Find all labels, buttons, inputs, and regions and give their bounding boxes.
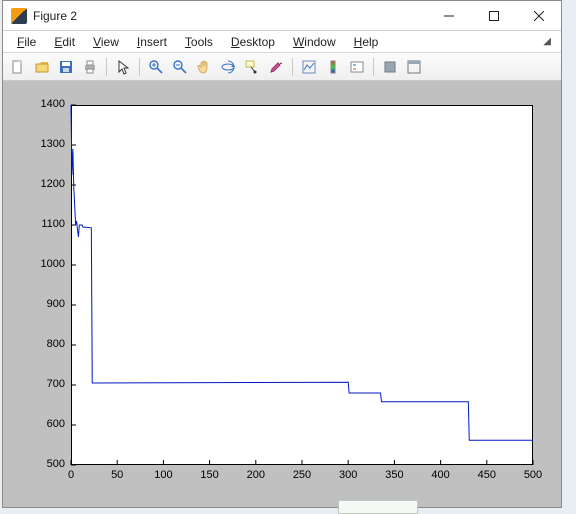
data-cursor-icon[interactable] [241,56,263,78]
dock-icon[interactable] [403,56,425,78]
hide-tools-icon[interactable] [379,56,401,78]
link-plot-icon[interactable] [298,56,320,78]
y-tick-label: 1000 [29,258,65,270]
x-tick-label: 400 [429,469,453,481]
save-icon[interactable] [55,56,77,78]
new-file-icon[interactable] [7,56,29,78]
x-tick-label: 50 [105,469,129,481]
x-tick-label: 250 [290,469,314,481]
figure-window: Figure 2 File Edit View Insert Tools Des… [2,0,562,508]
minimize-button[interactable] [426,1,471,31]
open-folder-icon[interactable] [31,56,53,78]
background-window-hint [338,500,418,514]
pointer-icon[interactable] [112,56,134,78]
menu-insert[interactable]: Insert [129,34,175,50]
x-tick-label: 350 [382,469,406,481]
x-tick-label: 200 [244,469,268,481]
menu-edit[interactable]: Edit [46,34,83,50]
colorbar-icon[interactable] [322,56,344,78]
y-tick-label: 500 [29,458,65,470]
menu-file[interactable]: File [9,34,44,50]
pan-hand-icon[interactable] [193,56,215,78]
titlebar: Figure 2 [3,1,561,31]
menu-window[interactable]: Window [285,34,344,50]
y-tick-label: 800 [29,338,65,350]
y-tick-label: 1400 [29,98,65,110]
x-tick-label: 300 [336,469,360,481]
y-tick-label: 600 [29,418,65,430]
zoom-in-icon[interactable] [145,56,167,78]
window-title: Figure 2 [33,9,77,23]
x-tick-label: 500 [521,469,545,481]
legend-icon[interactable] [346,56,368,78]
y-tick-label: 1300 [29,138,65,150]
y-tick-label: 1200 [29,178,65,190]
menu-help[interactable]: Help [346,34,387,50]
x-tick-label: 100 [151,469,175,481]
toolbar-separator [106,58,107,76]
menu-tools[interactable]: Tools [177,34,221,50]
print-icon[interactable] [79,56,101,78]
toolbar [3,53,561,81]
toolbar-separator [292,58,293,76]
y-tick-label: 900 [29,298,65,310]
x-tick-label: 450 [475,469,499,481]
menu-dropdown-caret-icon[interactable]: ◢ [543,36,555,47]
toolbar-separator [373,58,374,76]
menu-view[interactable]: View [85,34,127,50]
figure-canvas[interactable]: 0 50 100 150 200 250 300 350 400 450 500 500 600 700 8… [3,81,561,507]
x-tick-label: 150 [198,469,222,481]
plot-line [3,81,561,507]
x-tick-label: 0 [59,469,83,481]
y-tick-label: 1100 [29,218,65,230]
zoom-out-icon[interactable] [169,56,191,78]
close-button[interactable] [516,1,561,31]
brush-icon[interactable] [265,56,287,78]
maximize-button[interactable] [471,1,516,31]
menubar: File Edit View Insert Tools Desktop Wind… [3,31,561,53]
rotate-3d-icon[interactable] [217,56,239,78]
menu-desktop[interactable]: Desktop [223,34,283,50]
y-tick-label: 700 [29,378,65,390]
toolbar-separator [139,58,140,76]
matlab-icon [11,8,27,24]
